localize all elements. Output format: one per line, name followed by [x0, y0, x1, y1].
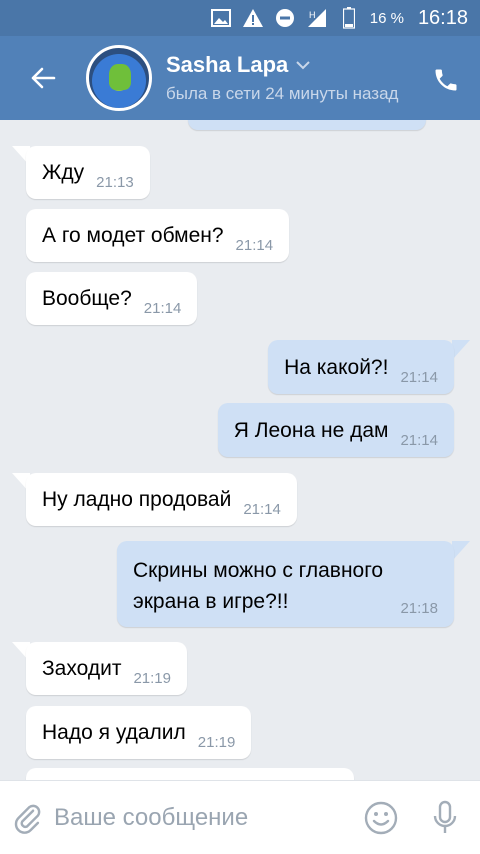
smiley-icon [364, 801, 398, 834]
do-not-disturb-icon [274, 7, 296, 29]
message-composer [0, 780, 480, 854]
message-time: 21:14 [400, 369, 438, 386]
message-time: 21:13 [96, 174, 134, 191]
message-time: 21:14 [143, 300, 182, 317]
message-bubble-incoming[interactable]: Надо я удалил 21:19 [26, 706, 252, 759]
message-text-line: экрана в игре?!! [133, 590, 289, 613]
message-text: Я Леона не дам [233, 419, 389, 442]
message-text: А го модет обмен? [42, 224, 224, 247]
call-button[interactable] [428, 62, 464, 98]
avatar[interactable] [86, 45, 152, 111]
message-bubble-incoming[interactable]: Вообще? 21:14 [26, 272, 198, 325]
paperclip-icon [14, 804, 41, 834]
status-bar: H 16 % 16:18 [0, 0, 480, 36]
microphone-icon [433, 800, 457, 833]
gallery-icon [210, 7, 232, 29]
message-text: Ну ладно продовай [42, 488, 232, 511]
message-text: Вообще? [42, 287, 132, 310]
contact-info[interactable]: Sasha Lapa была в сети 24 минуты назад [166, 52, 412, 104]
voice-message-button[interactable] [432, 800, 458, 836]
message-time: 21:18 [400, 600, 438, 617]
bubble-tail [452, 541, 470, 561]
message-text: Надо я удалил [42, 721, 186, 744]
message-text: На какой?! [284, 356, 389, 379]
message-list[interactable]: Жду 21:13 А го модет обмен? 21:14 Вообще… [0, 120, 480, 780]
message-bubble-outgoing[interactable]: Я Леона не дам 21:14 [217, 403, 454, 457]
back-button[interactable] [0, 36, 86, 120]
message-text: Жду [42, 161, 85, 184]
signal-icon: H [306, 7, 328, 29]
message-time: 21:19 [197, 734, 236, 751]
message-bubble-incoming[interactable]: А го модет обмен? 21:14 [26, 209, 290, 262]
message-bubble-incoming[interactable]: Жду 21:13 [26, 146, 150, 199]
message-time: 21:19 [133, 670, 171, 687]
emoji-button[interactable] [364, 800, 398, 836]
message-time: 21:14 [400, 432, 438, 449]
arrow-left-icon [31, 67, 56, 89]
message-bubble-outgoing[interactable] [188, 120, 426, 130]
chevron-down-icon[interactable] [296, 60, 310, 70]
warning-icon [242, 7, 264, 29]
bubble-tail [452, 340, 470, 360]
contact-name: Sasha Lapa [166, 52, 289, 77]
network-type-label: H [309, 10, 316, 20]
last-seen-status: была в сети 24 минуты назад [166, 84, 399, 103]
chat-header: Sasha Lapa была в сети 24 минуты назад [0, 36, 480, 120]
attach-button[interactable] [0, 801, 54, 835]
battery-icon [338, 7, 360, 29]
message-bubble-incoming[interactable]: Ну ладно продовай 21:14 [26, 473, 297, 526]
message-text: Заходит [42, 657, 122, 680]
message-input[interactable] [54, 803, 364, 832]
message-bubble-incoming[interactable] [26, 768, 354, 780]
message-text-line: Скрины можно с главного [133, 559, 384, 582]
clock: 16:18 [417, 6, 468, 29]
phone-icon [435, 69, 457, 91]
message-bubble-outgoing[interactable]: Скрины можно с главного экрана в игре?!!… [117, 541, 454, 627]
message-time: 21:14 [235, 237, 274, 254]
message-bubble-outgoing[interactable]: На какой?! 21:14 [268, 340, 454, 394]
battery-percent: 16 % [369, 9, 404, 27]
message-bubble-incoming[interactable]: Заходит 21:19 [26, 642, 187, 695]
message-time: 21:14 [243, 501, 281, 518]
